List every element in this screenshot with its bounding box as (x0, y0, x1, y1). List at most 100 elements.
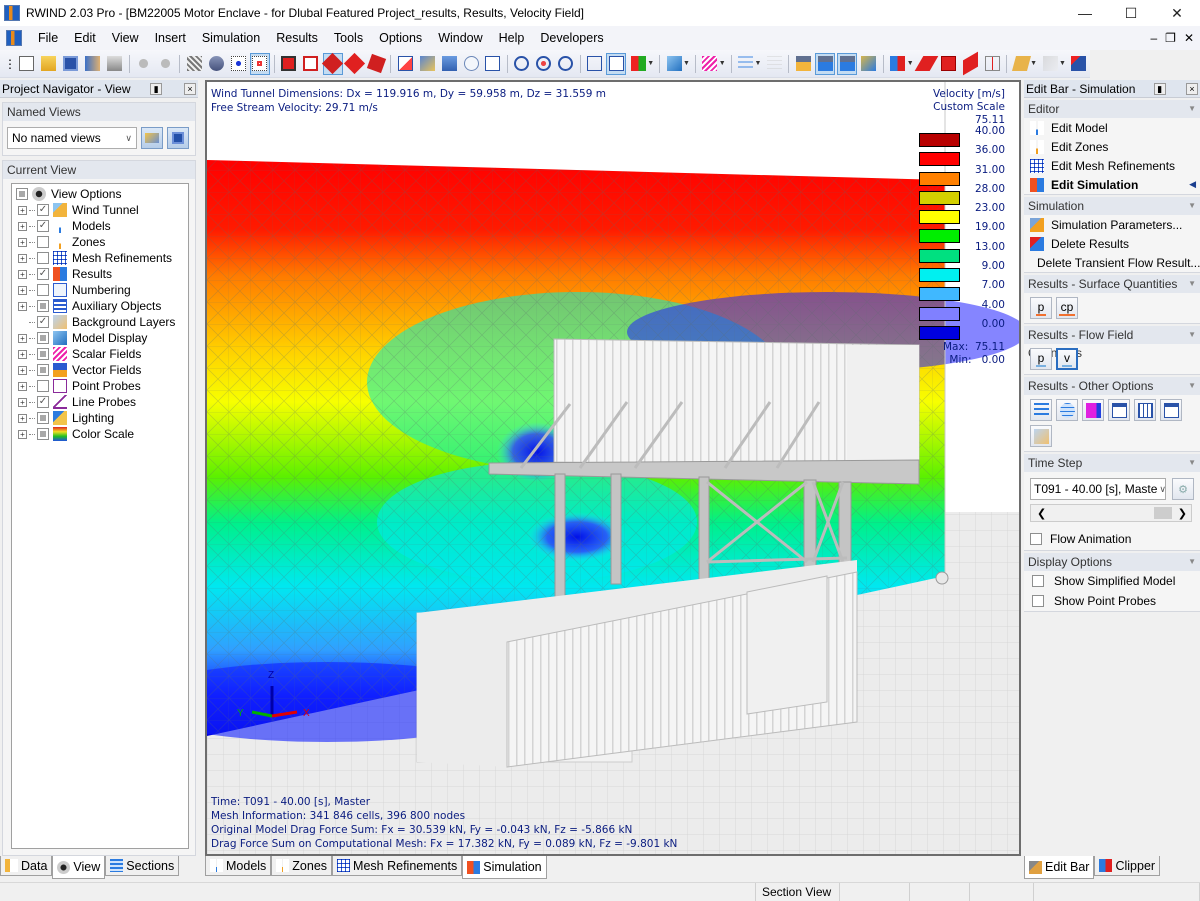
tab-clipper[interactable]: Clipper (1094, 856, 1161, 876)
tree-item-point-probes[interactable]: + Point Probes (12, 378, 188, 394)
expand-icon[interactable]: + (18, 397, 27, 407)
orbit-select-button[interactable] (512, 53, 532, 75)
mdi-close-button[interactable]: ✕ (1184, 31, 1194, 45)
expand-icon[interactable]: + (18, 365, 27, 375)
snap-grid-button[interactable] (250, 52, 270, 75)
rotate-alt-button[interactable] (366, 53, 387, 75)
rotate-red-button[interactable] (343, 52, 366, 75)
visibility-checkbox[interactable] (37, 252, 49, 264)
visibility-checkbox[interactable] (37, 332, 49, 344)
expand-icon[interactable]: + (18, 349, 27, 359)
edit-item-edit-simulation[interactable]: Edit Simulation ◀ (1024, 175, 1200, 194)
tree-item-zones[interactable]: + Zones (12, 234, 188, 250)
collapse-icon[interactable]: ▼ (1188, 553, 1196, 571)
select-box-button[interactable] (279, 53, 299, 75)
clip-offset-button[interactable] (982, 53, 1002, 75)
flow-pressure-button[interactable]: p (1030, 348, 1052, 370)
tree-item-background-layers[interactable]: ✓ Background Layers (12, 314, 188, 330)
menu-developers[interactable]: Developers (532, 31, 611, 45)
tree-item-numbering[interactable]: + Numbering (12, 282, 188, 298)
visibility-checkbox[interactable] (37, 300, 49, 312)
expand-icon[interactable]: + (18, 205, 27, 215)
undo-button[interactable] (134, 53, 154, 75)
tree-item-line-probes[interactable]: + ✓ Line Probes (12, 394, 188, 410)
new-file-button[interactable] (17, 53, 37, 75)
line-probe-chart-button[interactable] (1134, 399, 1156, 421)
edit-item-edit-mesh-refinements[interactable]: Edit Mesh Refinements (1024, 156, 1200, 175)
close-button[interactable]: ✕ (1154, 0, 1200, 26)
dropdown-arrow-icon[interactable]: ▼ (719, 60, 726, 67)
tab-zones[interactable]: Zones (271, 856, 333, 876)
expand-icon[interactable]: + (18, 413, 27, 423)
expand-icon[interactable]: + (18, 301, 27, 311)
menu-help[interactable]: Help (491, 31, 533, 45)
expand-icon[interactable]: + (18, 429, 27, 439)
visibility-checkbox[interactable]: ✓ (37, 396, 49, 408)
tab-models[interactable]: Models (205, 856, 272, 876)
show-simplified-model-checkbox[interactable] (1032, 575, 1044, 587)
report-button[interactable] (1160, 399, 1182, 421)
axis-direction-button[interactable] (628, 53, 648, 75)
dropdown-arrow-icon[interactable]: ▼ (647, 60, 654, 67)
menu-edit[interactable]: Edit (66, 31, 104, 45)
toolbar-grip[interactable]: ⋮ (4, 57, 16, 71)
render-button[interactable] (417, 53, 437, 75)
tree-item-lighting[interactable]: + Lighting (12, 410, 188, 426)
deselect-box-button[interactable] (301, 53, 321, 75)
tree-item-wind-tunnel[interactable]: + ✓ Wind Tunnel (12, 202, 188, 218)
visibility-checkbox[interactable]: ✓ (37, 316, 49, 328)
tab-mesh-refinements[interactable]: Mesh Refinements (332, 856, 463, 876)
zoom-button[interactable] (461, 53, 481, 75)
visibility-checkbox[interactable] (37, 348, 49, 360)
save-named-view-button[interactable] (167, 127, 189, 149)
solid-model-button[interactable] (664, 53, 684, 75)
redo-button[interactable] (155, 53, 175, 75)
close-panel-icon[interactable]: × (184, 82, 196, 95)
clip-plane-xz-button[interactable] (939, 53, 959, 75)
collapse-icon[interactable]: ▼ (1188, 100, 1196, 118)
visibility-checkbox[interactable] (37, 380, 49, 392)
clip-plane-xy-button[interactable] (914, 53, 939, 75)
expand-icon[interactable]: + (18, 381, 27, 391)
clip-plane-yz-button[interactable] (961, 51, 981, 76)
tab-view[interactable]: View (52, 856, 106, 879)
collapse-icon[interactable]: ▼ (1188, 275, 1196, 293)
named-views-select[interactable]: No named views ∨ (7, 127, 137, 149)
wireframe-button[interactable] (584, 53, 604, 75)
mdi-restore-button[interactable]: ❐ (1165, 31, 1176, 45)
visibility-checkbox[interactable]: ✓ (37, 220, 49, 232)
visibility-checkbox[interactable] (16, 188, 28, 200)
edit-item-edit-zones[interactable]: Edit Zones (1024, 137, 1200, 156)
display-mesh-button[interactable] (184, 53, 204, 75)
visibility-checkbox[interactable] (37, 364, 49, 376)
tab-data[interactable]: Data (0, 856, 53, 876)
close-panel-icon[interactable]: × (1185, 82, 1198, 95)
visibility-checkbox[interactable] (37, 236, 49, 248)
menu-insert[interactable]: Insert (147, 31, 194, 45)
slider-thumb[interactable] (1153, 507, 1172, 519)
expand-icon[interactable]: + (18, 237, 27, 247)
visibility-checkbox[interactable] (37, 428, 49, 440)
edit-item-edit-model[interactable]: Edit Model (1024, 118, 1200, 137)
rotate-view-button[interactable] (322, 52, 344, 75)
orbit-button[interactable] (556, 53, 576, 75)
view-options-button[interactable] (206, 53, 226, 75)
section-plane-button[interactable] (1011, 53, 1031, 75)
flow-direction-button[interactable] (1082, 399, 1104, 421)
visibility-checkbox[interactable] (37, 412, 49, 424)
menu-view[interactable]: View (104, 31, 147, 45)
delete-cut-button[interactable] (1069, 53, 1089, 75)
time-step-slider[interactable]: ❮ ❯ (1030, 504, 1192, 522)
dropdown-arrow-icon[interactable]: ▼ (907, 60, 914, 67)
dropdown-arrow-icon[interactable]: ▼ (1059, 60, 1066, 67)
expand-icon[interactable]: + (18, 221, 27, 231)
open-folder-button[interactable] (39, 53, 59, 75)
scroll-right-icon[interactable]: ❯ (1178, 507, 1187, 520)
expand-icon[interactable]: + (18, 333, 27, 343)
expand-icon[interactable]: + (18, 253, 27, 263)
tab-sections[interactable]: Sections (105, 856, 180, 876)
3d-viewport[interactable]: Z Y X Wind Tunnel Dimensions: Dx = 119.9… (205, 80, 1021, 856)
collapse-icon[interactable]: ▼ (1188, 454, 1196, 472)
minimize-button[interactable]: — (1062, 0, 1108, 26)
visibility-checkbox[interactable]: ✓ (37, 268, 49, 280)
